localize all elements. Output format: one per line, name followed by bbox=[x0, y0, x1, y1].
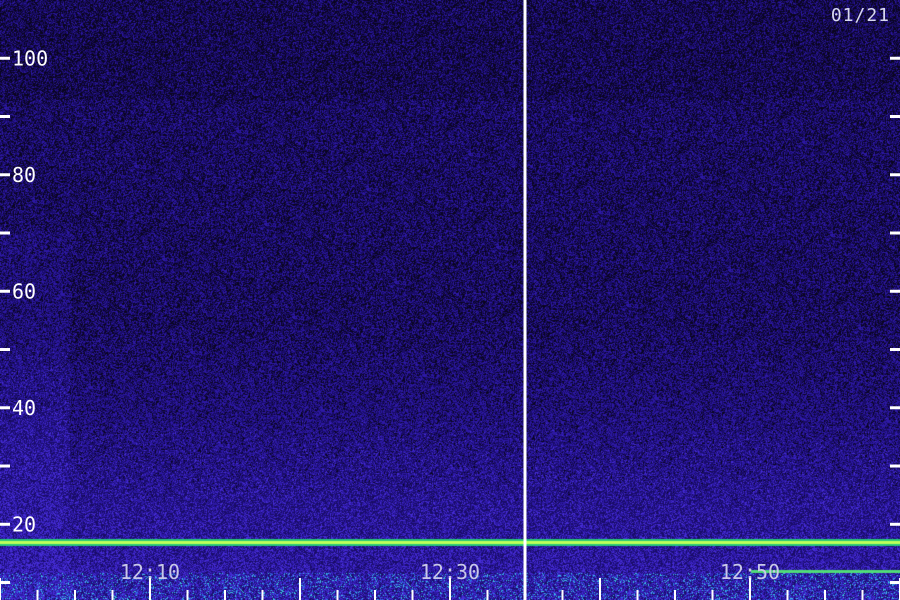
spectrogram-chart: 20 40 60 80 100 12:10 12:30 12:50 01/21 bbox=[0, 0, 900, 600]
y-tick-label-80: 80 bbox=[12, 163, 36, 187]
axis-overlay: 2040608010012:10 12:30 12:50 bbox=[0, 0, 900, 600]
y-tick-label-60: 60 bbox=[12, 279, 36, 303]
date-label: 01/21 bbox=[830, 5, 890, 26]
y-tick-label-40: 40 bbox=[12, 396, 36, 420]
y-tick-label-100: 100 bbox=[12, 46, 48, 70]
y-tick-label-20: 20 bbox=[12, 512, 36, 536]
